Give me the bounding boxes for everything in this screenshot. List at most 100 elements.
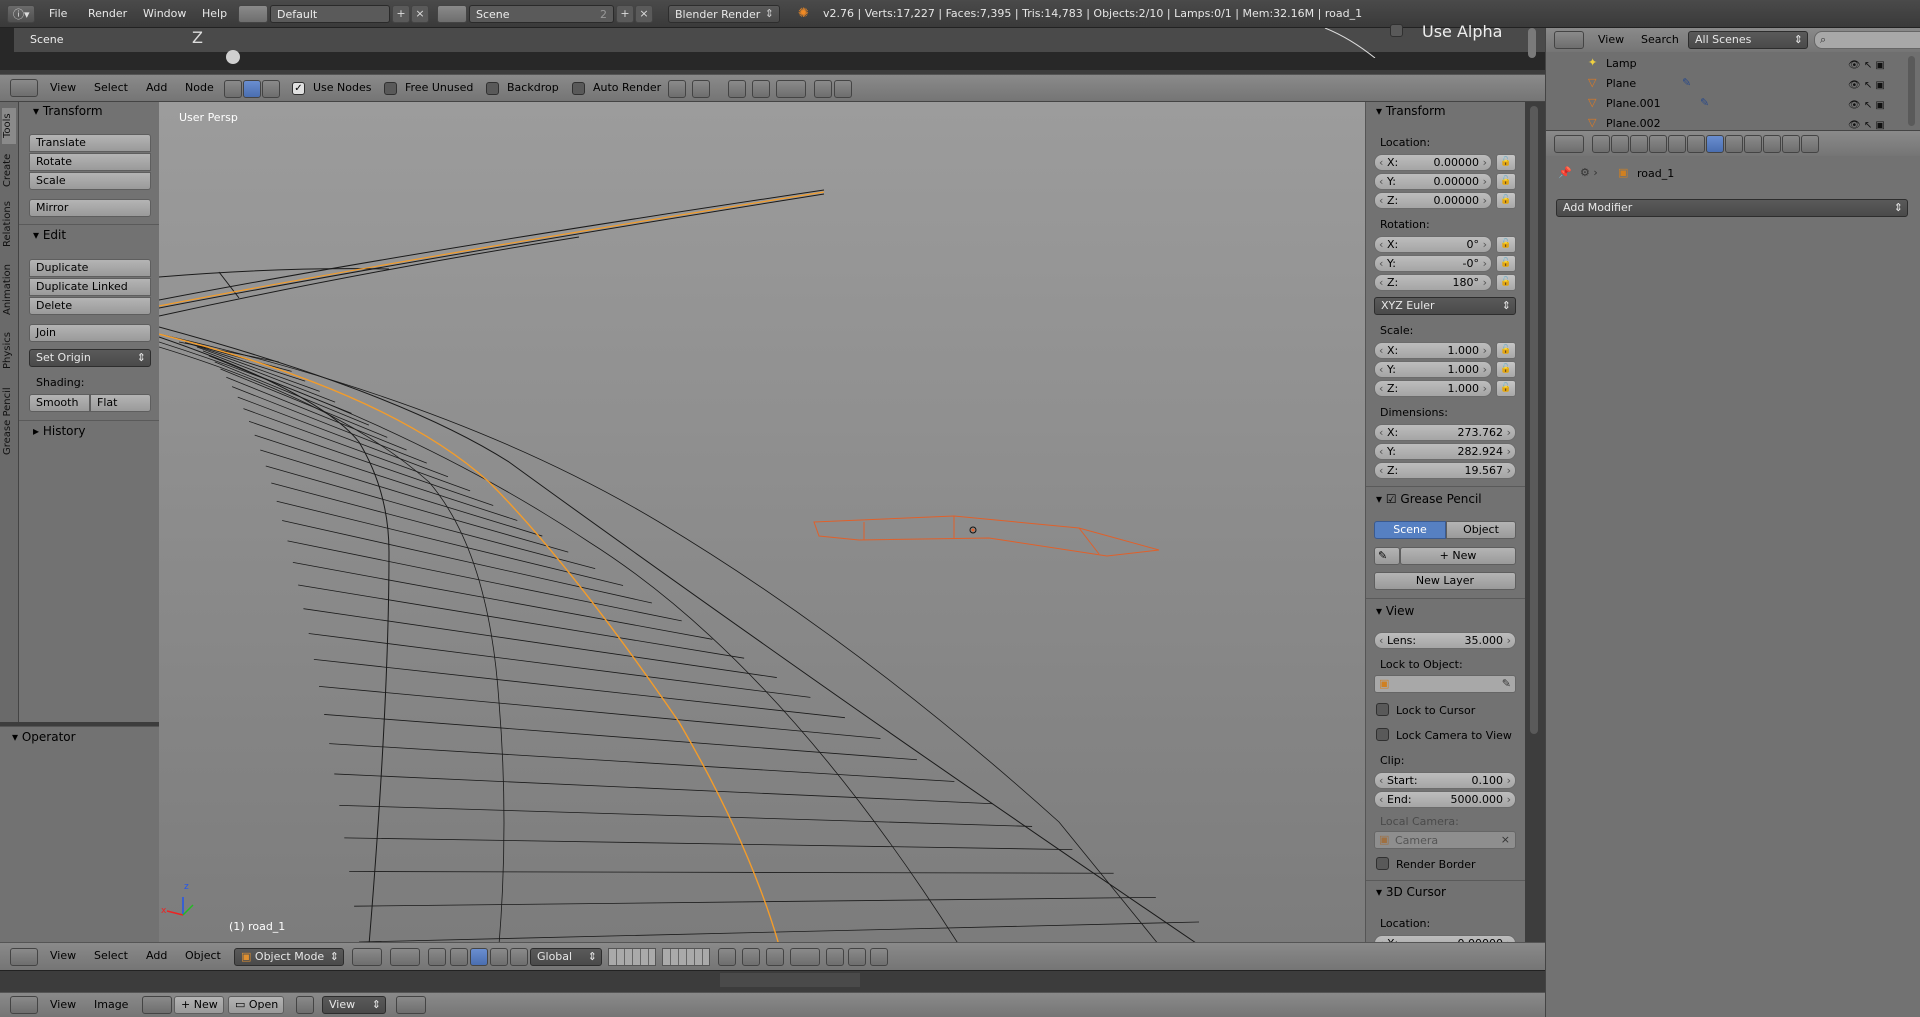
outliner-type-icon[interactable] <box>1554 31 1584 49</box>
scale-y-field[interactable]: Y:1.000 <box>1374 361 1492 378</box>
rotate-button[interactable]: Rotate <box>29 153 151 171</box>
outliner-search-input[interactable]: ⌕ <box>1814 31 1920 49</box>
shader-nodes-icon[interactable] <box>224 80 242 98</box>
use-alpha-checkbox[interactable] <box>1390 24 1403 37</box>
rotation-mode-select[interactable]: XYZ Euler ⇕ <box>1374 297 1516 315</box>
node-slider-knob[interactable] <box>226 50 240 64</box>
material-tab-icon[interactable] <box>1744 135 1762 153</box>
dimension-y-field[interactable]: Y:282.924 <box>1374 443 1516 460</box>
image-new-button[interactable]: + New <box>174 996 224 1014</box>
gp-new-button[interactable]: + New <box>1400 547 1516 565</box>
physics-tab-icon[interactable] <box>1801 135 1819 153</box>
delete-scene-button[interactable]: × <box>635 5 653 23</box>
outliner-menu-view[interactable]: View <box>1598 28 1624 52</box>
rotation-x-field[interactable]: X:0° <box>1374 236 1492 253</box>
pivot-point-icon[interactable] <box>390 948 420 966</box>
orientation-select[interactable]: Global ⇕ <box>530 948 602 966</box>
mirror-button[interactable]: Mirror <box>29 199 151 217</box>
viewport-3d[interactable]: User Persp z x (1) road_1 <box>159 102 1365 945</box>
view3d-menu-select[interactable]: Select <box>94 943 128 969</box>
properties-shelf-scrollbar[interactable] <box>1530 106 1538 734</box>
node-menu-view[interactable]: View <box>50 75 76 101</box>
snap-node-icon[interactable] <box>668 80 686 98</box>
lock-scl-z-icon[interactable]: 🔓 <box>1496 380 1516 397</box>
auto-render-checkbox[interactable] <box>572 82 585 95</box>
snap-element-icon[interactable] <box>776 80 806 98</box>
local-camera-field[interactable]: ▣ Camera × <box>1374 831 1516 849</box>
layers-grid-a[interactable] <box>608 948 656 966</box>
texture-nodes-icon[interactable] <box>262 80 280 98</box>
delete-layout-button[interactable]: × <box>411 5 429 23</box>
gp-new-layer-button[interactable]: New Layer <box>1374 572 1516 590</box>
scene-tab-icon[interactable] <box>1630 135 1648 153</box>
world-tab-icon[interactable] <box>1649 135 1667 153</box>
clip-start-field[interactable]: Start:0.100 <box>1374 772 1516 789</box>
edit-panel-title[interactable]: ▾ Edit <box>33 228 66 242</box>
scene-icon[interactable] <box>437 5 467 23</box>
lock-layers-icon[interactable] <box>718 948 736 966</box>
snap-element-icon[interactable] <box>790 948 820 966</box>
orientation-icon[interactable] <box>510 948 528 966</box>
outliner-row-plane-001[interactable]: ▽ Plane.001 ✎ <box>1570 96 1860 112</box>
menu-file[interactable]: File <box>49 1 67 27</box>
pin-icon[interactable]: 📌 <box>1558 166 1572 179</box>
render-engine-select[interactable]: Blender Render ⇕ <box>668 5 780 23</box>
tab-animation[interactable]: Animation <box>2 258 16 322</box>
snap-icon[interactable] <box>766 948 784 966</box>
scale-button[interactable]: Scale <box>29 172 151 190</box>
n-transform-title[interactable]: ▾ Transform <box>1376 104 1446 118</box>
node-editor-type-icon[interactable] <box>10 79 38 97</box>
operator-panel-title[interactable]: ▾ Operator <box>12 730 76 744</box>
tab-tools[interactable]: Tools <box>2 108 16 144</box>
render-tab-icon[interactable] <box>1592 135 1610 153</box>
scale-manipulator-icon[interactable] <box>490 948 508 966</box>
gp-object-button[interactable]: Object <box>1446 521 1516 539</box>
delete-button[interactable]: Delete <box>29 297 151 315</box>
image-menu-view[interactable]: View <box>50 993 76 1017</box>
scene-field[interactable]: Scene 2 <box>469 5 614 23</box>
free-unused-checkbox[interactable] <box>384 82 397 95</box>
rotate-manipulator-icon[interactable] <box>470 948 488 966</box>
set-origin-select[interactable]: Set Origin ⇕ <box>29 349 151 367</box>
particles-tab-icon[interactable] <box>1782 135 1800 153</box>
gp-scene-button[interactable]: Scene <box>1374 521 1446 539</box>
menu-render[interactable]: Render <box>88 1 127 27</box>
clear-icon[interactable]: × <box>1501 833 1510 846</box>
lock-rot-z-icon[interactable]: 🔓 <box>1496 274 1516 291</box>
view3d-editor-type-icon[interactable] <box>10 948 38 966</box>
data-tab-icon[interactable] <box>1725 135 1743 153</box>
gp-brush-icon[interactable]: ✎ <box>1374 547 1400 565</box>
image-open-button[interactable]: ▭ Open <box>228 996 284 1014</box>
render-preview-icon[interactable] <box>814 80 832 98</box>
object-mode-select[interactable]: ▣ Object Mode ⇕ <box>234 948 344 966</box>
outliner-row-plane[interactable]: ▽ Plane ✎ <box>1570 76 1860 92</box>
image-menu-image[interactable]: Image <box>94 993 128 1017</box>
location-x-field[interactable]: X:0.00000 <box>1374 154 1492 171</box>
lock-loc-y-icon[interactable]: 🔓 <box>1496 173 1516 190</box>
image-view-select[interactable]: View ⇕ <box>322 996 386 1014</box>
compositing-nodes-icon[interactable] <box>243 80 261 98</box>
modifiers-tab-icon[interactable] <box>1706 135 1724 153</box>
node-menu-node[interactable]: Node <box>185 75 214 101</box>
backdrop-checkbox[interactable] <box>486 82 499 95</box>
lock-rot-x-icon[interactable]: 🔓 <box>1496 236 1516 253</box>
scale-z-field[interactable]: Z:1.000 <box>1374 380 1492 397</box>
object-tab-icon[interactable] <box>1668 135 1686 153</box>
lock-scl-x-icon[interactable]: 🔓 <box>1496 342 1516 359</box>
transform-panel-title[interactable]: ▾ Transform <box>33 104 103 118</box>
clip-end-field[interactable]: End:5000.000 <box>1374 791 1516 808</box>
outliner-filter-select[interactable]: All Scenes ⇕ <box>1688 31 1808 49</box>
node-vertical-scrollbar[interactable] <box>1528 28 1536 58</box>
lock-to-cursor-checkbox[interactable] <box>1376 703 1389 716</box>
lock-loc-z-icon[interactable]: 🔓 <box>1496 192 1516 209</box>
parent-node-icon[interactable] <box>692 80 710 98</box>
properties-type-icon[interactable] <box>1554 135 1584 153</box>
eyedropper-icon[interactable]: ✎ <box>1502 677 1511 690</box>
manipulator-toggle-icon[interactable] <box>428 948 446 966</box>
location-z-field[interactable]: Z:0.00000 <box>1374 192 1492 209</box>
camera-render-icon[interactable] <box>870 948 888 966</box>
opengl-render-icon[interactable] <box>826 948 844 966</box>
menu-window[interactable]: Window <box>143 1 186 27</box>
render-image-icon[interactable] <box>834 80 852 98</box>
cursor-panel-title[interactable]: ▾ 3D Cursor <box>1376 885 1446 899</box>
